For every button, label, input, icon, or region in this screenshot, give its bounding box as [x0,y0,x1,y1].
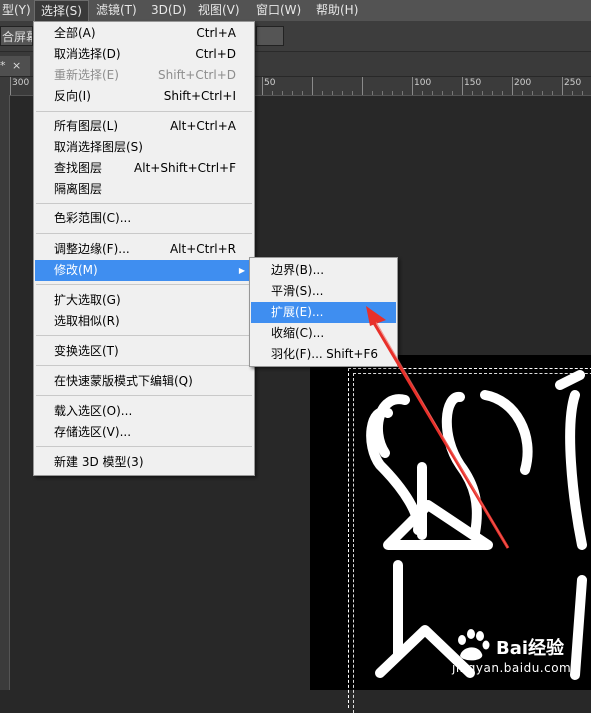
baidu-jingyan-watermark: Bai经验 jingyan.baidu.com [450,628,590,688]
paw-logo-icon [458,629,490,661]
watermark-url: jingyan.baidu.com [452,661,572,675]
annotation-arrow [366,306,510,549]
watermark-brand: Bai经验 [496,638,565,659]
